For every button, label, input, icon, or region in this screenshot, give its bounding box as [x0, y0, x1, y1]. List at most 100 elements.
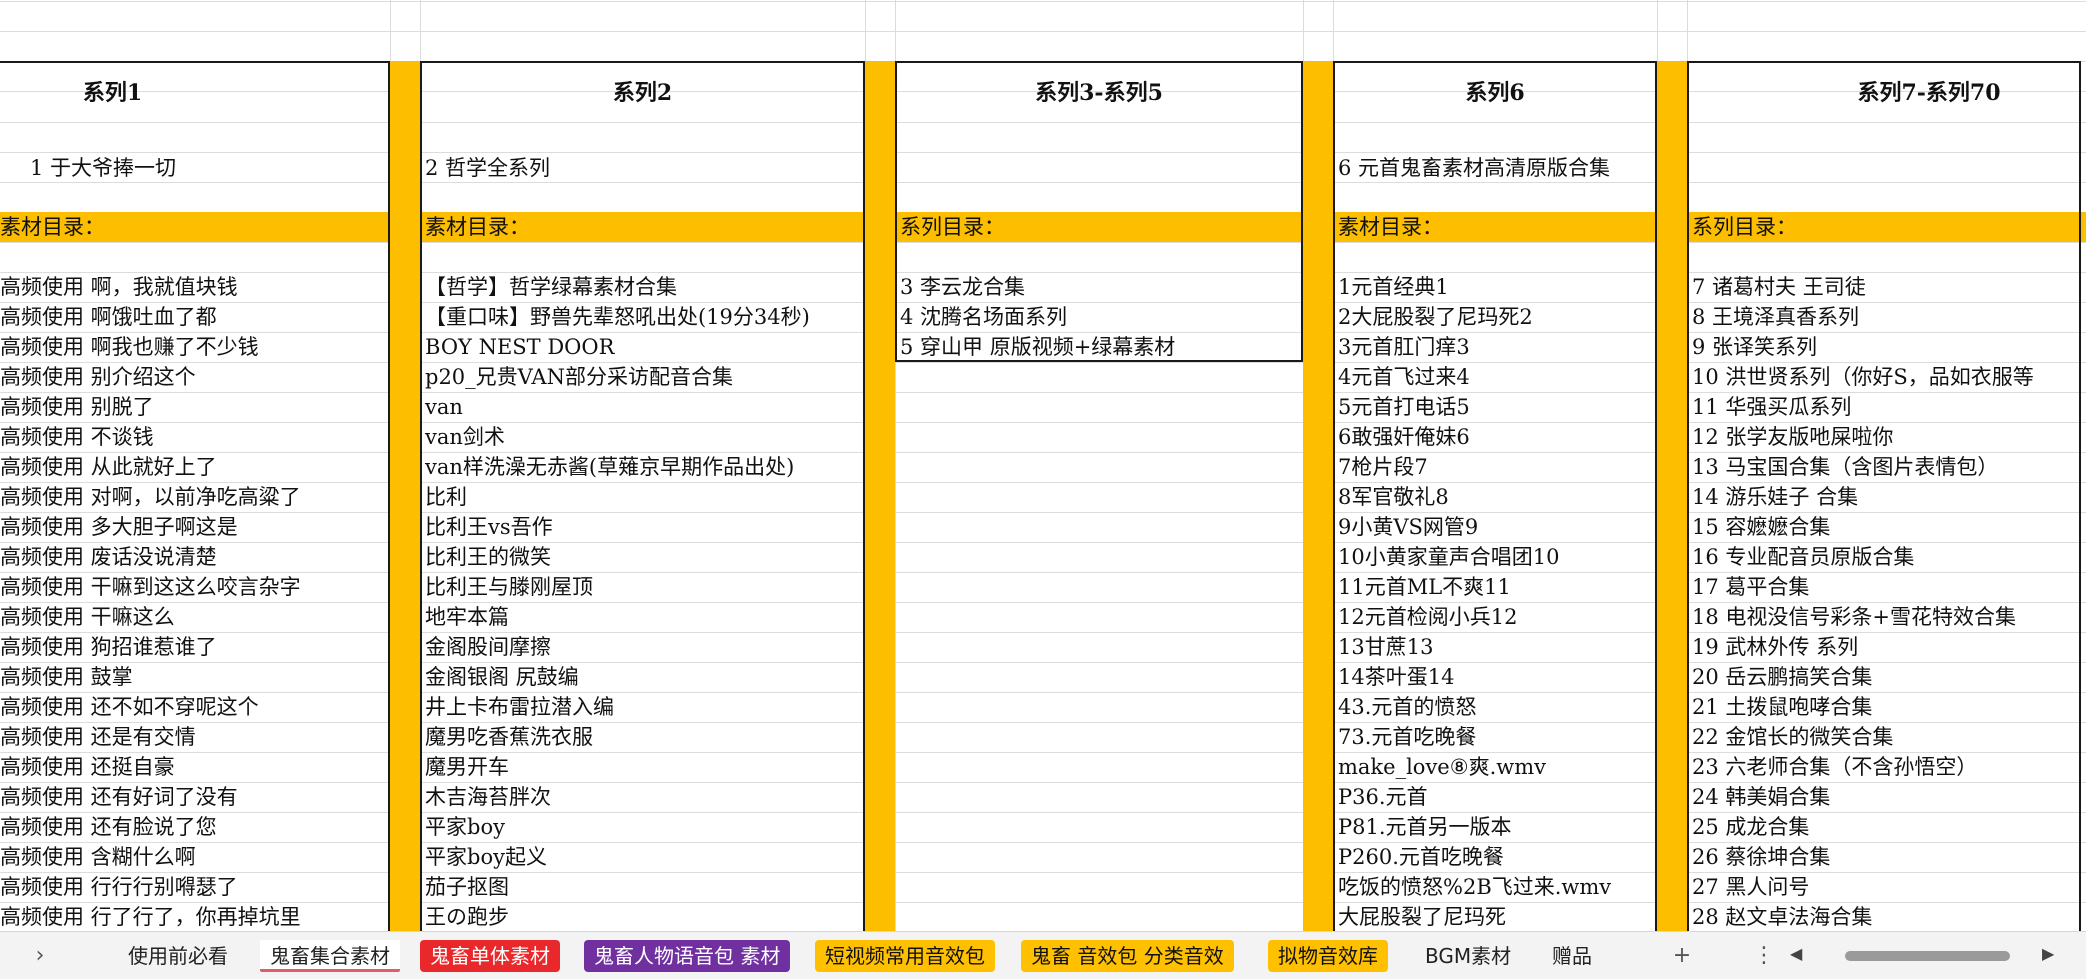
list-item[interactable]: 高频使用 从此就好上了: [0, 452, 217, 482]
list-item[interactable]: 魔男开车: [425, 752, 509, 782]
series-subtitle[interactable]: 1 于大爷捧一切: [30, 153, 176, 183]
sheet-tab[interactable]: 鬼畜 音效包 分类音效: [1021, 940, 1234, 972]
catalog-label[interactable]: 系列目录：: [900, 212, 1005, 242]
list-item[interactable]: 16 专业配音员原版合集: [1692, 542, 1914, 572]
list-item[interactable]: 25 成龙合集: [1692, 812, 1809, 842]
list-item[interactable]: 高频使用 干嘛到这这么咬言杂字: [0, 572, 301, 602]
list-item[interactable]: 金阁股间摩擦: [425, 632, 551, 662]
series-header[interactable]: 系列1: [0, 78, 225, 108]
list-item[interactable]: 18 电视没信号彩条+雪花特效合集: [1692, 602, 2016, 632]
list-item[interactable]: 4元首飞过来4: [1338, 362, 1470, 392]
list-item[interactable]: 5 穿山甲 原版视频+绿幕素材: [900, 332, 1175, 362]
horizontal-scrollbar[interactable]: ◀ ▶: [1790, 944, 2060, 964]
catalog-label[interactable]: 素材目录：: [425, 212, 530, 242]
list-item[interactable]: 比利王与滕刚屋顶: [425, 572, 593, 602]
list-item[interactable]: 21 土拨鼠咆哮合集: [1692, 692, 1872, 722]
list-item[interactable]: 魔男吃香蕉洗衣服: [425, 722, 593, 752]
list-item[interactable]: 15 容嬷嬷合集: [1692, 512, 1830, 542]
list-item[interactable]: 22 金馆长的微笑合集: [1692, 722, 1893, 752]
list-item[interactable]: 【重口味】野兽先辈怒吼出处(19分34秒): [425, 302, 810, 332]
list-item[interactable]: 高频使用 啊我也赚了不少钱: [0, 332, 259, 362]
list-item[interactable]: 高频使用 多大胆子啊这是: [0, 512, 238, 542]
list-item[interactable]: 高频使用 含糊什么啊: [0, 842, 196, 872]
list-item[interactable]: 金阁银阁 尻鼓编: [425, 662, 579, 692]
list-item[interactable]: 3元首肛门痒3: [1338, 332, 1470, 362]
series-subtitle[interactable]: 2 哲学全系列: [425, 153, 550, 183]
plus-icon[interactable]: +: [1668, 940, 1696, 972]
list-item[interactable]: van样洗澡无赤酱(草薙京早期作品出处): [425, 452, 794, 482]
list-item[interactable]: 12元首检阅小兵12: [1338, 602, 1517, 632]
list-item[interactable]: 3 李云龙合集: [900, 272, 1025, 302]
list-item[interactable]: 吃饭的愤怒%2B飞过来.wmv: [1338, 872, 1611, 902]
sheet-tab[interactable]: 使用前必看: [118, 940, 238, 972]
list-item[interactable]: 比利: [425, 482, 467, 512]
list-item[interactable]: van: [425, 392, 463, 422]
list-item[interactable]: 1元首经典1: [1338, 272, 1449, 302]
list-item[interactable]: 大屁股裂了尼玛死: [1338, 902, 1506, 931]
list-item[interactable]: 高频使用 别介绍这个: [0, 362, 196, 392]
triangle-right-icon[interactable]: ▶: [2042, 944, 2054, 963]
sheet-tab[interactable]: 鬼畜集合素材: [260, 940, 400, 972]
triangle-left-icon[interactable]: ◀: [1790, 944, 1802, 963]
list-item[interactable]: 高频使用 啊，我就值块钱: [0, 272, 238, 302]
list-item[interactable]: make_love⑧爽.wmv: [1338, 752, 1546, 782]
list-item[interactable]: P81.元首另一版本: [1338, 812, 1512, 842]
list-item[interactable]: 9小黄VS网管9: [1338, 512, 1478, 542]
list-item[interactable]: 11元首ML不爽11: [1338, 572, 1511, 602]
list-item[interactable]: P36.元首: [1338, 782, 1428, 812]
list-item[interactable]: 平家boy: [425, 812, 505, 842]
list-item[interactable]: 比利王vs吾作: [425, 512, 553, 542]
list-item[interactable]: 高频使用 啊饿吐血了都: [0, 302, 217, 332]
sheet-tab[interactable]: 鬼畜人物语音包 素材: [584, 940, 791, 972]
list-item[interactable]: 高频使用 还有脸说了您: [0, 812, 217, 842]
spreadsheet-grid[interactable]: 系列1 系列2 系列3-系列5 系列6 系列7-系列70 1 于大爷捧一切 2 …: [0, 0, 2086, 931]
series-subtitle[interactable]: 6 元首鬼畜素材高清原版合集: [1338, 153, 1610, 183]
list-item[interactable]: p20_兄贵VAN部分采访配音合集: [425, 362, 733, 392]
catalog-label[interactable]: 系列目录：: [1692, 212, 1797, 242]
list-item[interactable]: 高频使用 还不如不穿呢这个: [0, 692, 259, 722]
list-item[interactable]: 高频使用 不谈钱: [0, 422, 154, 452]
sheet-tab[interactable]: 鬼畜单体素材: [420, 940, 560, 972]
list-item[interactable]: 14茶叶蛋14: [1338, 662, 1454, 692]
series-header[interactable]: 系列7-系列70: [1687, 78, 2086, 108]
list-item[interactable]: 8 王境泽真香系列: [1692, 302, 1859, 332]
list-item[interactable]: 26 蔡徐坤合集: [1692, 842, 1830, 872]
list-item[interactable]: 6敢强奸俺妹6: [1338, 422, 1470, 452]
catalog-label[interactable]: 素材目录：: [0, 212, 105, 242]
list-item[interactable]: 2大屁股裂了尼玛死2: [1338, 302, 1533, 332]
list-item[interactable]: 8军官敬礼8: [1338, 482, 1449, 512]
list-item[interactable]: 高频使用 行了行了，你再掉坑里: [0, 902, 301, 931]
list-item[interactable]: 73.元首吃晚餐: [1338, 722, 1476, 752]
list-item[interactable]: 木吉海苔胖次: [425, 782, 551, 812]
list-item[interactable]: 高频使用 还挺自豪: [0, 752, 175, 782]
chevron-right-icon[interactable]: ›: [28, 940, 52, 972]
list-item[interactable]: 20 岳云鹏搞笑合集: [1692, 662, 1872, 692]
list-item[interactable]: 17 葛平合集: [1692, 572, 1809, 602]
list-item[interactable]: 19 武林外传 系列: [1692, 632, 1858, 662]
list-item[interactable]: 地牢本篇: [425, 602, 509, 632]
list-item[interactable]: 高频使用 干嘛这么: [0, 602, 175, 632]
sheet-tab[interactable]: 拟物音效库: [1268, 940, 1388, 972]
sheet-tab[interactable]: 短视频常用音效包: [815, 940, 995, 972]
list-item[interactable]: 7 诸葛村夫 王司徒: [1692, 272, 1866, 302]
list-item[interactable]: 比利王的微笑: [425, 542, 551, 572]
list-item[interactable]: 【哲学】哲学绿幕素材合集: [425, 272, 677, 302]
more-vertical-icon[interactable]: ⋮: [1752, 940, 1776, 972]
list-item[interactable]: P260.元首吃晚餐: [1338, 842, 1504, 872]
scrollbar-thumb[interactable]: [1845, 951, 2010, 961]
list-item[interactable]: 43.元首的愤怒: [1338, 692, 1476, 722]
list-item[interactable]: 10 洪世贤系列（你好S，品如衣服等: [1692, 362, 2034, 392]
list-item[interactable]: 27 黑人问号: [1692, 872, 1809, 902]
series-header[interactable]: 系列6: [1333, 78, 1657, 108]
series-header[interactable]: 系列2: [420, 78, 865, 108]
list-item[interactable]: 高频使用 鼓掌: [0, 662, 133, 692]
list-item[interactable]: 11 华强买瓜系列: [1692, 392, 1851, 422]
list-item[interactable]: 5元首打电话5: [1338, 392, 1470, 422]
sheet-tab[interactable]: 赠品: [1542, 940, 1602, 972]
catalog-label[interactable]: 素材目录：: [1338, 212, 1443, 242]
list-item[interactable]: 平家boy起义: [425, 842, 547, 872]
list-item[interactable]: 28 赵文卓法海合集: [1692, 902, 1872, 931]
sheet-tab[interactable]: BGM素材: [1415, 940, 1521, 972]
list-item[interactable]: 高频使用 狗招谁惹谁了: [0, 632, 217, 662]
list-item[interactable]: 7枪片段7: [1338, 452, 1428, 482]
